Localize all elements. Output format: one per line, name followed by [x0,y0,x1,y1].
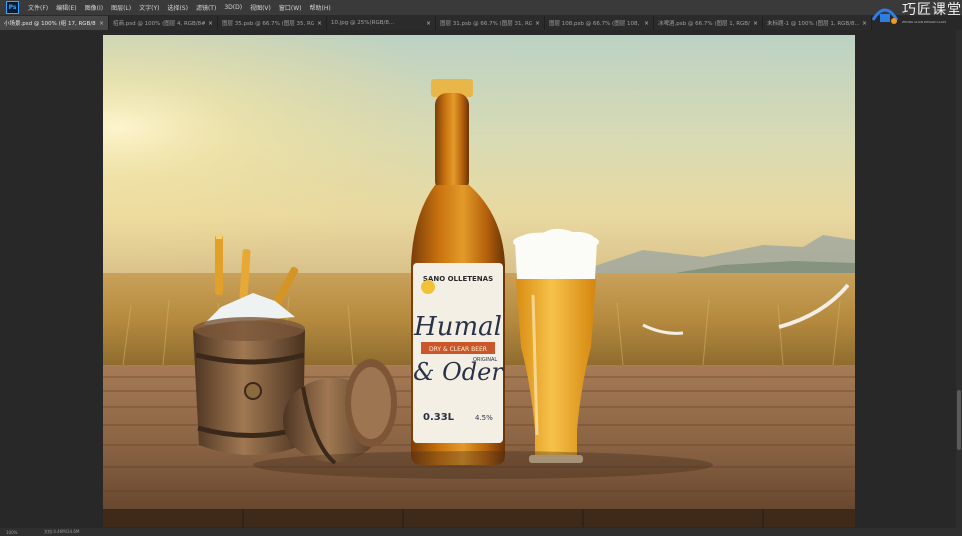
svg-text:DRY & CLEAR BEER: DRY & CLEAR BEER [429,346,487,353]
close-icon[interactable]: × [862,20,867,27]
menu-layer[interactable]: 图层(L) [111,3,131,12]
document-canvas[interactable]: SANO OLLETENAS Humal DRY & CLEAR BEER & … [103,35,855,527]
document-tab[interactable]: 冰啤酒.psb @ 66.7% (图层 1, RGB/8#... × [654,16,763,30]
brand-logo-icon [871,8,899,24]
svg-text:Humal: Humal [413,312,502,342]
status-bar: 100% 文档:4.46M/34.6M [0,528,962,536]
document-tab[interactable]: 图层 31.psb @ 66.7% (图层 31, RGB/8... × [436,16,545,30]
menu-help[interactable]: 帮助(H) [310,3,331,12]
close-icon[interactable]: × [208,20,213,27]
menu-filter[interactable]: 滤镜(T) [196,3,216,12]
close-icon[interactable]: × [753,20,758,27]
menu-3d[interactable]: 3D(D) [224,4,242,11]
tab-title: 冰啤酒.psb @ 66.7% (图层 1, RGB/8#... [658,21,750,27]
menu-view[interactable]: 视图(V) [250,3,271,12]
menu-bar: Ps 文件(F) 编辑(E) 图像(I) 图层(L) 文字(Y) 选择(S) 滤… [0,0,962,16]
beer-scene-artwork: SANO OLLETENAS Humal DRY & CLEAR BEER & … [103,35,855,527]
photoshop-window: Ps 文件(F) 编辑(E) 图像(I) 图层(L) 文字(Y) 选择(S) 滤… [0,0,962,536]
zoom-level[interactable]: 100% [6,530,34,535]
document-tab[interactable]: 图层 35.psb @ 66.7% (图层 35, RGB/8... × [218,16,327,30]
menu-edit[interactable]: 编辑(E) [56,3,76,12]
document-size: 文档:4.46M/34.6M [44,529,80,534]
menu-window[interactable]: 窗口(W) [279,3,302,12]
tab-title: 未标题-1 @ 100% (图层 1, RGB/8... [767,21,859,27]
document-tab[interactable]: 未标题-1 @ 100% (图层 1, RGB/8... × [763,16,872,30]
close-icon[interactable]: × [317,20,322,27]
close-icon[interactable]: × [99,20,104,27]
menu-file[interactable]: 文件(F) [28,3,48,12]
menu-image[interactable]: 图像(I) [85,3,103,12]
tab-title: 小场景.psd @ 100% (组 17, RGB/8#) * [4,21,96,27]
menu-select[interactable]: 选择(S) [167,3,188,12]
tab-title: 招商.psd @ 100% (图层 4, RGB/8#)... [113,21,205,27]
photoshop-logo-icon[interactable]: Ps [6,1,19,14]
brand-subtitle: ZHONG GUAN DESIGN CLASS [902,20,947,24]
document-tab-active[interactable]: 小场景.psd @ 100% (组 17, RGB/8#) * × [0,16,109,30]
document-tab[interactable]: 图层 108.psb @ 66.7% (图层 108, RGB/8... × [545,16,654,30]
svg-text:4.5%: 4.5% [475,414,493,422]
svg-text:SANO OLLETENAS: SANO OLLETENAS [423,275,493,283]
tab-title: 10.jpg @ 25%(RGB/8... [331,20,395,26]
vertical-scrollbar[interactable] [956,30,962,530]
svg-text:0.33L: 0.33L [423,412,455,423]
tab-title: 图层 108.psb @ 66.7% (图层 108, RGB/8... [549,21,641,27]
document-tab-bar: 小场景.psd @ 100% (组 17, RGB/8#) * × 招商.psd… [0,16,872,30]
brand-watermark: 巧匠课堂 ZHONG GUAN DESIGN CLASS [870,2,962,32]
document-tab[interactable]: 招商.psd @ 100% (图层 4, RGB/8#)... × [109,16,218,30]
brand-name: 巧匠课堂 [902,2,962,18]
menu-type[interactable]: 文字(Y) [139,3,159,12]
tab-title: 图层 31.psb @ 66.7% (图层 31, RGB/8... [440,21,532,27]
scrollbar-thumb[interactable] [957,390,961,450]
close-icon[interactable]: × [644,20,649,27]
svg-text:ORIGINAL: ORIGINAL [473,357,497,363]
document-tab[interactable]: 10.jpg @ 25%(RGB/8... × [327,16,436,30]
close-icon[interactable]: × [535,20,540,27]
close-icon[interactable]: × [426,20,431,27]
tab-title: 图层 35.psb @ 66.7% (图层 35, RGB/8... [222,21,314,27]
